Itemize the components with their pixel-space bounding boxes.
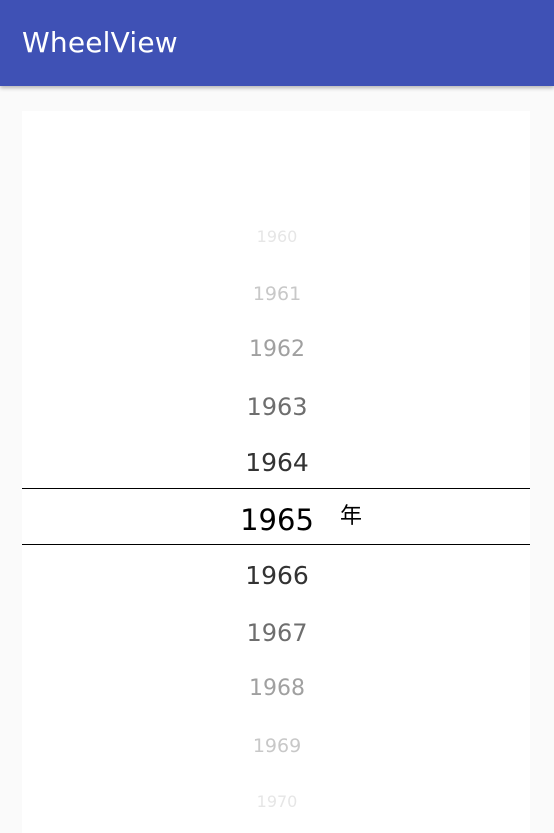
wheel-item[interactable]: 1962	[22, 330, 530, 370]
year-unit-label: 年	[340, 504, 363, 529]
wheel-item[interactable]: 1969	[22, 726, 530, 766]
wheel-item[interactable]: 1967	[22, 613, 530, 653]
wheel-item[interactable]: 1960	[22, 217, 530, 257]
app-title: WheelView	[22, 26, 178, 59]
wheel-item[interactable]: 1963	[22, 387, 530, 427]
wheel-item[interactable]: 1970	[22, 782, 530, 822]
wheel-item[interactable]: 1966	[22, 556, 530, 596]
wheel-item[interactable]: 1961	[22, 274, 530, 314]
app-bar: WheelView	[0, 0, 554, 86]
wheel-item[interactable]: 1968	[22, 669, 530, 709]
wheel-item-selected[interactable]: 1965	[22, 500, 530, 540]
wheel-view-card: 1960 1961 1962 1963 1964 1965 1966 1967 …	[22, 111, 530, 833]
wheel-item[interactable]: 1964	[22, 443, 530, 483]
